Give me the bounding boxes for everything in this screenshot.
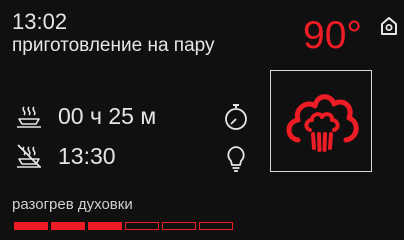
progress-segment xyxy=(14,222,48,230)
crossed-dish-icon xyxy=(17,144,41,168)
progress-segment xyxy=(125,222,159,230)
lightbulb-icon[interactable] xyxy=(226,145,246,173)
program-tile[interactable] xyxy=(270,70,372,172)
cooking-mode-label: приготовление на пару xyxy=(12,35,215,56)
oven-display: 13:02 приготовление на пару 90° 00 ч 25 … xyxy=(0,0,404,240)
progress-segment xyxy=(162,222,196,230)
end-time-value: 13:30 xyxy=(58,143,116,169)
progress-segment xyxy=(88,222,122,230)
steam-dish-icon xyxy=(17,106,41,128)
cooking-duration-value: 00 ч 25 м xyxy=(58,103,157,129)
status-text: разогрев духовки xyxy=(12,196,133,213)
progress-segment xyxy=(51,222,85,230)
stopwatch-icon[interactable] xyxy=(223,103,249,131)
progress-segment xyxy=(199,222,233,230)
clock-time: 13:02 xyxy=(12,9,68,34)
steam-cloud-icon xyxy=(286,94,359,152)
home-icon[interactable] xyxy=(380,16,398,36)
temperature-setting[interactable]: 90° xyxy=(303,14,362,58)
preheat-progress-bar xyxy=(14,222,233,230)
